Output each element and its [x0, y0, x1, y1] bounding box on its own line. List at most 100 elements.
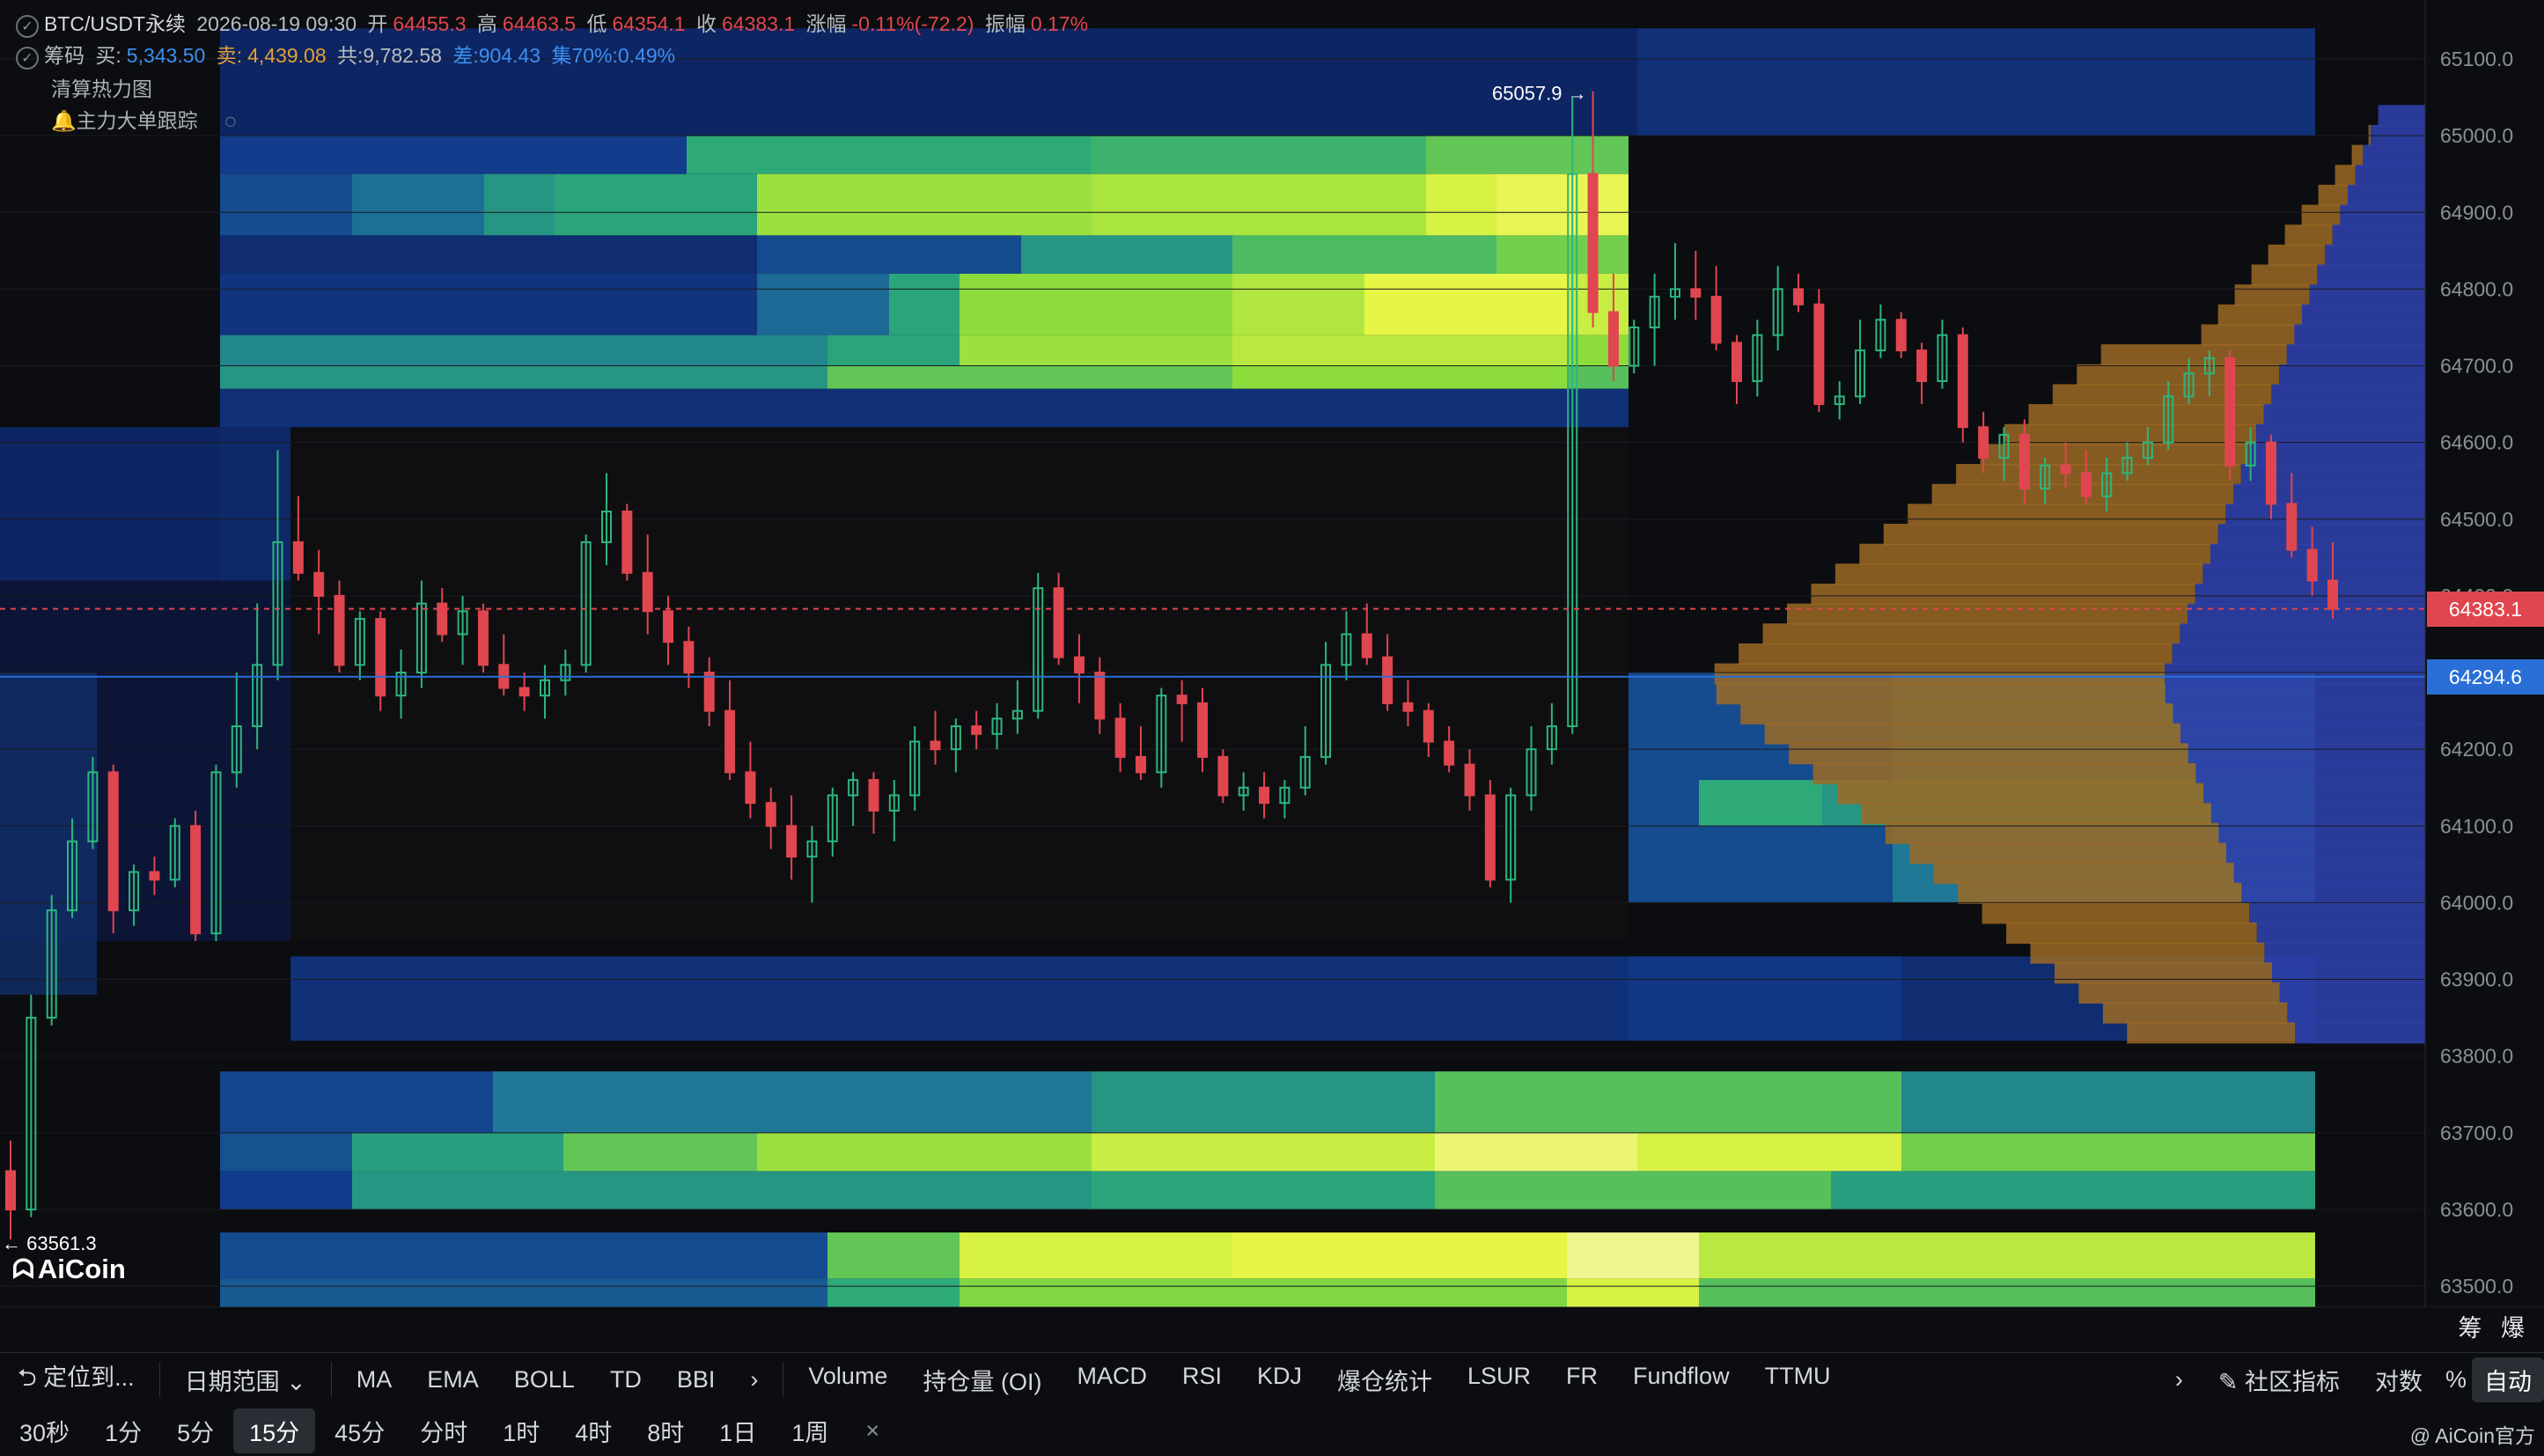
chips-tab[interactable]: 筹 — [2458, 1315, 2482, 1342]
heat-cell — [1232, 365, 1567, 389]
indicator-bbi-button[interactable]: BBI — [659, 1366, 733, 1393]
interval-button[interactable]: 1周 — [776, 1408, 844, 1453]
heat-cell — [1435, 1132, 1637, 1172]
indicator-boll-button[interactable]: BOLL — [496, 1366, 592, 1393]
candle-body — [724, 710, 736, 774]
candle-body — [375, 618, 386, 697]
sub-indicator-button[interactable]: TTMU — [1747, 1363, 1849, 1397]
heat-cell — [827, 1232, 960, 1279]
interval-button[interactable]: 8时 — [631, 1408, 700, 1453]
indicator-tracker[interactable]: 🔔主力大单跟踪 ◌ — [51, 104, 237, 134]
indicator-td-button[interactable]: TD — [592, 1366, 659, 1393]
price-tick: 64700.0 — [2440, 355, 2513, 378]
heat-cell — [1232, 335, 1567, 366]
log-scale-button[interactable]: 对数 — [2357, 1363, 2440, 1397]
candle-body — [2018, 433, 2030, 489]
close-icon[interactable]: × — [848, 1417, 897, 1445]
ohlc-header: ✓ BTC/USDT永续 2026-08-19 09:30 开 64455.3 高6… — [16, 7, 1093, 38]
more-sub-button[interactable]: › — [2158, 1366, 2201, 1393]
heat-cell — [1092, 136, 1426, 174]
profile-bar-buy — [2340, 204, 2425, 226]
sub-indicator-button[interactable]: FR — [1548, 1363, 1615, 1397]
interval-button[interactable]: 5分 — [161, 1408, 230, 1453]
change-label: 涨幅 — [805, 12, 847, 35]
heat-cell — [352, 1132, 563, 1172]
community-label: 社区指标 — [2244, 1368, 2340, 1395]
candle-body — [930, 740, 941, 751]
sub-indicator-button[interactable]: MACD — [1059, 1363, 1165, 1397]
sub-indicator-button[interactable]: KDJ — [1239, 1363, 1320, 1397]
interval-button[interactable]: 分时 — [404, 1408, 483, 1453]
profile-bar-sell — [2351, 144, 2364, 166]
candle-body — [1607, 311, 1619, 367]
profile-bar-sell — [2055, 962, 2272, 984]
heat-cell — [220, 365, 827, 389]
toggle-icon[interactable]: ✓ — [16, 15, 39, 38]
candle-body — [1978, 426, 1989, 460]
indicator-heatmap[interactable]: 清算热力图 — [51, 72, 152, 102]
heat-cell — [687, 136, 1092, 174]
profile-bar-sell — [2077, 364, 2279, 386]
heat-cell — [352, 1171, 1092, 1210]
symbol: BTC/USDT永续 — [44, 12, 186, 35]
right-tools: › ✎ 社区指标 对数 % 自动 — [2158, 1357, 2544, 1402]
heat-cell — [1637, 1132, 1901, 1172]
candle-body — [518, 687, 530, 697]
interval-button[interactable]: 4时 — [559, 1408, 628, 1453]
candle-body — [477, 610, 489, 666]
candle-body — [292, 540, 304, 574]
profile-bar-buy — [2172, 643, 2425, 665]
profile-bar-buy — [2165, 663, 2425, 685]
interval-button[interactable]: 1时 — [487, 1408, 555, 1453]
profile-bar-sell — [2004, 423, 2256, 445]
price-tick: 64500.0 — [2440, 508, 2513, 531]
liquidation-heatmap-chart[interactable]: 65057.9 → ← 63561.3 65100.0 65000.0 64900.0… — [0, 0, 2544, 1307]
profile-bar-buy — [2332, 224, 2425, 246]
bell-icon: 🔔 — [51, 109, 77, 132]
sub-indicator-button[interactable]: 爆仓统计 — [1320, 1363, 1450, 1397]
profile-bar-buy — [2271, 384, 2425, 406]
locate-button[interactable]: ⮌ 定位到... — [0, 1358, 152, 1401]
tracker-label: 主力大单跟踪 — [76, 109, 198, 132]
price-tick: 63500.0 — [2440, 1275, 2513, 1298]
percent-button[interactable]: % — [2440, 1366, 2472, 1393]
interval-button[interactable]: 45分 — [319, 1408, 401, 1453]
sub-indicator-button[interactable]: RSI — [1165, 1363, 1239, 1397]
indicator-ema-button[interactable]: EMA — [409, 1366, 496, 1393]
community-indicators-button[interactable]: ✎ 社区指标 — [2201, 1363, 2357, 1397]
more-main-button[interactable]: › — [732, 1366, 776, 1393]
liquidation-tab[interactable]: 爆 — [2501, 1315, 2525, 1342]
sub-indicator-button[interactable]: Fundflow — [1615, 1363, 1747, 1397]
toggle-icon[interactable]: ✓ — [16, 47, 39, 70]
profile-bar-sell — [1764, 723, 2180, 745]
auto-scale-button[interactable]: 自动 — [2472, 1357, 2544, 1402]
profile-bar-buy — [2210, 803, 2425, 825]
sub-indicator-button[interactable]: LSUR — [1450, 1363, 1548, 1397]
heat-cell — [960, 335, 1232, 366]
profile-bar-buy — [2378, 105, 2425, 127]
candle-body — [745, 771, 756, 805]
date-range-button[interactable]: 日期范围 ⌄ — [167, 1363, 324, 1397]
profile-bar-buy — [2279, 364, 2425, 386]
profile-bar-buy — [2263, 404, 2425, 426]
profile-bar-buy — [2187, 603, 2425, 625]
price-tick: 64800.0 — [2440, 277, 2513, 300]
interval-list: 30秒 1分 5分 15分 45分 分时 1时 4时 8时 1日 1周 — [0, 1408, 848, 1453]
interval-button[interactable]: 15分 — [233, 1408, 316, 1453]
eye-hidden-icon[interactable]: ◌ — [224, 109, 237, 132]
heat-cell — [1699, 1278, 2315, 1307]
sub-indicator-button[interactable]: Volume — [790, 1363, 905, 1397]
profile-bar-buy — [2217, 524, 2425, 546]
heat-cell — [0, 673, 97, 995]
candle-body — [1217, 755, 1229, 797]
heat-cell — [1567, 1232, 1699, 1279]
candle-body — [1895, 319, 1907, 352]
profile-bar-sell — [1762, 623, 2180, 645]
indicator-ma-button[interactable]: MA — [339, 1366, 410, 1393]
interval-button[interactable]: 1分 — [89, 1408, 158, 1453]
sub-indicator-button[interactable]: 持仓量 (OI) — [905, 1363, 1059, 1397]
profile-bar-buy — [2180, 723, 2425, 745]
heat-cell — [1901, 1132, 2315, 1172]
interval-button[interactable]: 1日 — [703, 1408, 772, 1453]
interval-button[interactable]: 30秒 — [4, 1408, 85, 1453]
